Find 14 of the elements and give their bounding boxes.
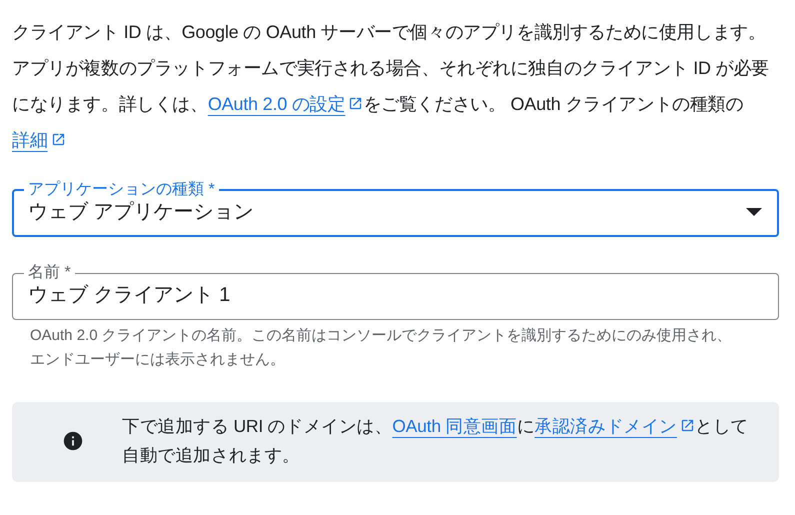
external-link-icon	[50, 132, 66, 147]
link[interactable]: OAuth 2.0 の設定	[208, 94, 364, 114]
external-link-icon	[348, 96, 364, 111]
name-input-field[interactable]: 名前 * ウェブ クライアント 1	[12, 265, 779, 320]
external-link-icon	[680, 418, 695, 433]
info-icon	[62, 430, 84, 452]
info-text: 下で追加する URI のドメインは、OAuth 同意画面に承認済みドメイン として自動で追加されます。	[122, 415, 749, 467]
link[interactable]: 承認済みドメイン	[534, 416, 695, 436]
link[interactable]: 詳細	[12, 130, 66, 150]
description-text: クライアント ID は、Google の OAuth サーバーで個々のアプリを識別するために使用します。アプリが複数のプラットフォームで実行される場合、それぞれに独自のクライアント ID が必要になります。詳しくは、OAuth 2.0 の設定 をご覧ください。 OAuth クライアントの種類の 詳細	[12, 21, 770, 152]
link[interactable]: OAuth 同意画面	[392, 416, 517, 436]
application-type-dropdown[interactable]: アプリケーションの種類 * ウェブ アプリケーション	[12, 182, 779, 237]
helper-text: OAuth 2.0 クライアントの名前。この名前はコンソールでクライアントを識別するためにのみ使用され、エンドユーザーには表示されません。	[30, 326, 733, 370]
dropdown-caret-icon	[746, 208, 762, 216]
